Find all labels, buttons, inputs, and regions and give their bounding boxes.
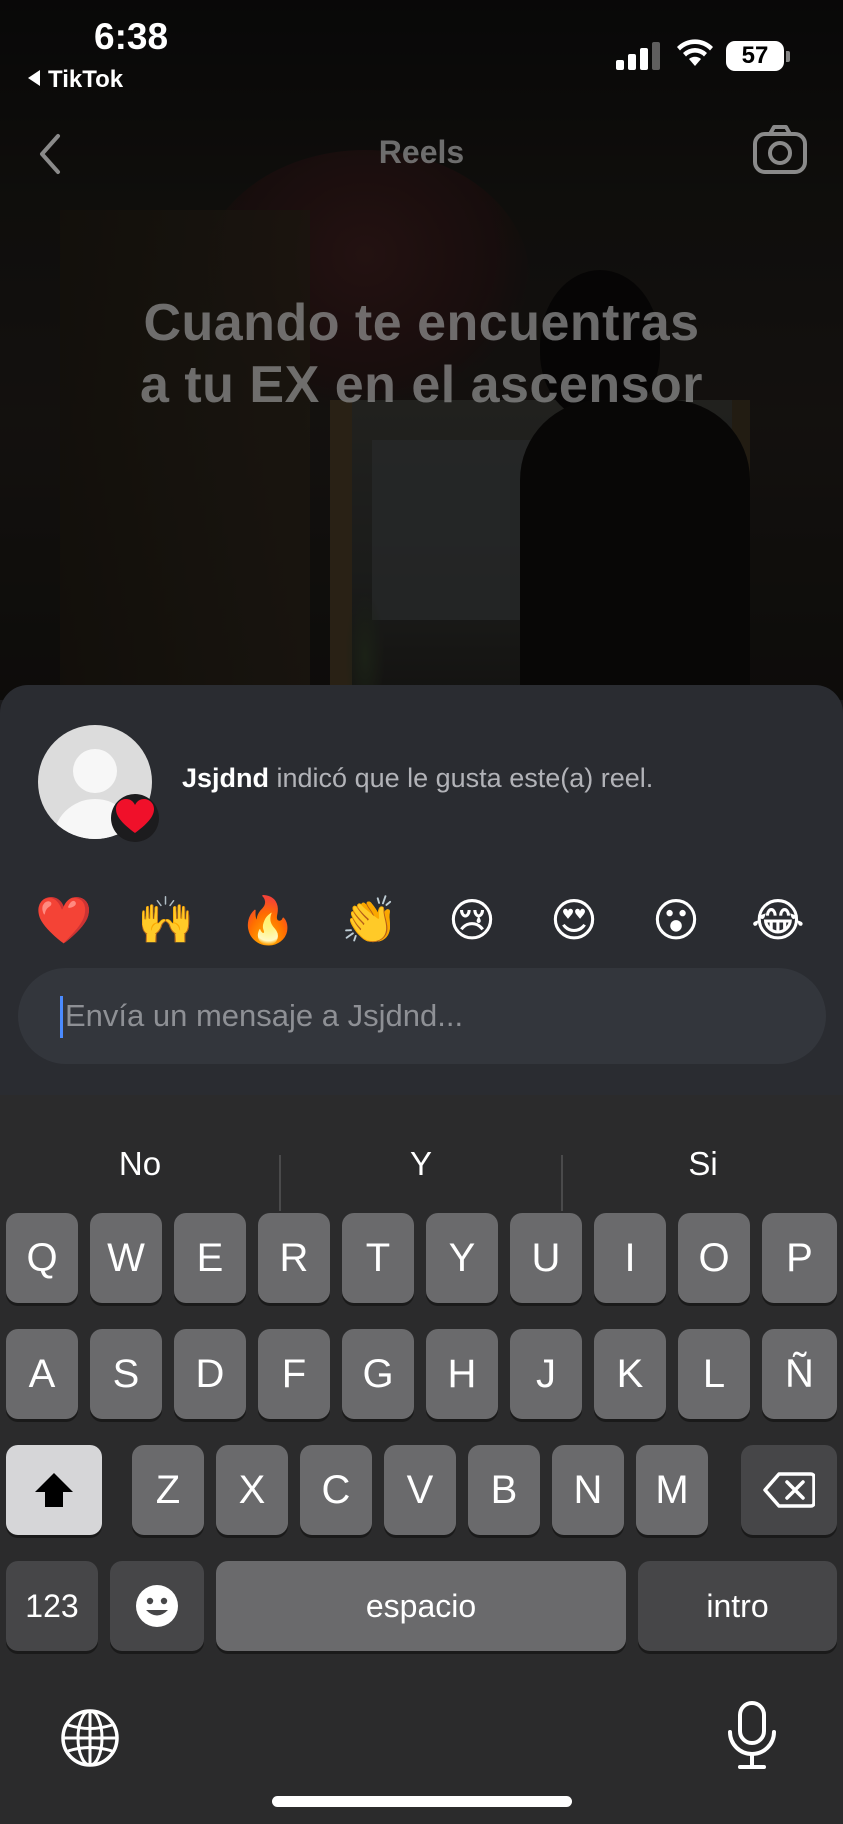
back-app-label: TikTok [48, 66, 124, 93]
key-u[interactable]: U [510, 1213, 582, 1303]
key-z[interactable]: Z [132, 1445, 204, 1535]
suggestion-2[interactable]: Y [281, 1145, 561, 1183]
battery-tip [786, 51, 790, 62]
microphone-icon[interactable] [724, 1700, 780, 1772]
status-bar: 6:38 TikTok 57 [0, 0, 843, 100]
wifi-icon [677, 39, 713, 66]
key-o[interactable]: O [678, 1213, 750, 1303]
key-y[interactable]: Y [426, 1213, 498, 1303]
video-caption: Cuando te encuentras a tu EX en el ascen… [0, 292, 843, 416]
key-s[interactable]: S [90, 1329, 162, 1419]
notification-text: indicó que le gusta este(a) reel. [276, 763, 654, 793]
reaction-fire[interactable]: 🔥 [238, 890, 298, 950]
key-e[interactable]: E [174, 1213, 246, 1303]
backspace-icon [763, 1472, 816, 1508]
keyboard: No Y Si Q W E R T Y U I O P A S D F G H … [0, 1095, 843, 1824]
numbers-key[interactable]: 123 [6, 1561, 98, 1651]
key-i[interactable]: I [594, 1213, 666, 1303]
key-v[interactable]: V [384, 1445, 456, 1535]
reaction-clapping[interactable]: 👏 [340, 890, 400, 950]
reaction-surprised[interactable]: 😮 [646, 890, 706, 950]
home-indicator[interactable] [272, 1796, 572, 1807]
key-g[interactable]: G [342, 1329, 414, 1419]
delete-key[interactable] [741, 1445, 837, 1535]
suggestion-1[interactable]: No [0, 1145, 280, 1183]
shift-arrow-icon [35, 1473, 73, 1507]
reaction-heart-eyes[interactable]: 😍 [544, 890, 604, 950]
key-d[interactable]: D [174, 1329, 246, 1419]
reaction-laughing[interactable]: 😂 [748, 890, 808, 950]
space-key[interactable]: espacio [216, 1561, 626, 1651]
key-q[interactable]: Q [6, 1213, 78, 1303]
cellular-signal-icon [616, 40, 660, 70]
emoji-face-icon [136, 1585, 178, 1627]
key-n[interactable]: N [552, 1445, 624, 1535]
message-placeholder: Envía un mensaje a Jsjdnd... [65, 998, 464, 1033]
back-to-app-link[interactable]: TikTok [28, 66, 123, 94]
key-j[interactable]: J [510, 1329, 582, 1419]
page-title: Reels [378, 134, 465, 170]
camera-icon[interactable] [752, 124, 808, 176]
status-time: 6:38 [94, 16, 169, 57]
notification-username[interactable]: Jsjdnd [182, 763, 269, 793]
heart-badge-icon [111, 794, 159, 842]
text-caret [60, 996, 63, 1038]
key-n-tilde[interactable]: Ñ [762, 1329, 837, 1419]
key-f[interactable]: F [258, 1329, 330, 1419]
key-r[interactable]: R [258, 1213, 330, 1303]
key-c[interactable]: C [300, 1445, 372, 1535]
return-key[interactable]: intro [638, 1561, 837, 1651]
key-p[interactable]: P [762, 1213, 837, 1303]
reply-sheet: Jsjdnd indicó que le gusta este(a) reel.… [0, 685, 843, 1105]
key-x[interactable]: X [216, 1445, 288, 1535]
key-b[interactable]: B [468, 1445, 540, 1535]
key-m[interactable]: M [636, 1445, 708, 1535]
avatar-head [73, 749, 117, 793]
globe-icon[interactable] [60, 1708, 120, 1768]
message-input[interactable]: Envía un mensaje a Jsjdnd... [18, 968, 826, 1064]
reaction-crying[interactable]: 😢 [442, 890, 502, 950]
battery-indicator: 57 [726, 41, 784, 71]
reaction-raising-hands[interactable]: 🙌 [136, 890, 196, 950]
video-caption-line2: a tu EX en el ascensor [139, 356, 704, 414]
key-w[interactable]: W [90, 1213, 162, 1303]
key-k[interactable]: K [594, 1329, 666, 1419]
back-triangle-icon [28, 70, 40, 86]
key-h[interactable]: H [426, 1329, 498, 1419]
emoji-key[interactable] [110, 1561, 204, 1651]
suggestion-3[interactable]: Si [563, 1145, 843, 1183]
key-a[interactable]: A [6, 1329, 78, 1419]
video-caption-line1: Cuando te encuentras [143, 294, 700, 352]
quick-reactions: ❤️ 🙌 🔥 👏 😢 😍 😮 😂 [0, 890, 843, 950]
key-l[interactable]: L [678, 1329, 750, 1419]
like-notification: Jsjdnd indicó que le gusta este(a) reel. [182, 763, 653, 794]
key-t[interactable]: T [342, 1213, 414, 1303]
suggestion-bar: No Y Si [0, 1125, 843, 1215]
shift-key[interactable] [6, 1445, 102, 1535]
reaction-heart[interactable]: ❤️ [34, 890, 94, 950]
